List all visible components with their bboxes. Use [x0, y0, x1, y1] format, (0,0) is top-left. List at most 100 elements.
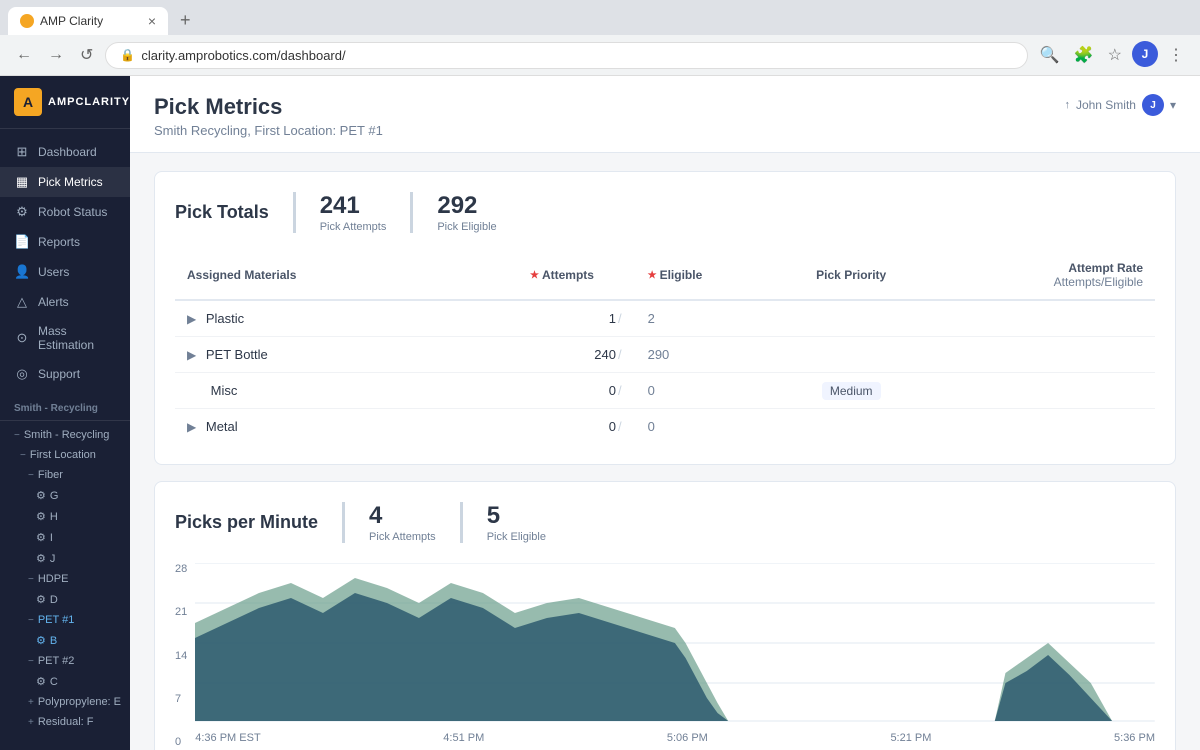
tree-label-pet2: PET #2: [38, 655, 75, 667]
eligible-star: ★: [648, 270, 657, 281]
toggle-fiber[interactable]: −: [28, 470, 34, 481]
pick-totals-attempts-value: 241: [320, 192, 387, 220]
attempts-cell: 240/: [518, 337, 636, 373]
sidebar-label-mass-estimation: Mass Estimation: [38, 324, 116, 352]
table-row: ▶ Plastic 1/ 2: [175, 300, 1155, 337]
tree-label-smith-recycling: Smith - Recycling: [24, 429, 110, 441]
slash: /: [618, 419, 622, 434]
browser-user-avatar[interactable]: J: [1132, 41, 1158, 67]
y-label-21: 21: [175, 606, 187, 618]
pick-metrics-icon: ▦: [14, 174, 30, 190]
attempts-cell: 0/: [518, 373, 636, 409]
tree-residual[interactable]: + Residual: F: [0, 712, 130, 732]
tab-bar: AMP Clarity × +: [0, 0, 1200, 35]
header-user[interactable]: ↑ John Smith J ▾: [1064, 94, 1176, 116]
tree-h[interactable]: ⚙ H: [0, 506, 130, 527]
expand-button[interactable]: ▶: [187, 312, 196, 326]
address-bar[interactable]: 🔒 clarity.amprobotics.com/dashboard/: [105, 42, 1027, 69]
ppm-attempts-label: Pick Attempts: [369, 531, 436, 543]
tree-smith-recycling[interactable]: − Smith - Recycling: [0, 425, 130, 445]
attempts-star: ★: [530, 270, 539, 281]
tree-polypropylene[interactable]: + Polypropylene: E: [0, 692, 130, 712]
attempts-header-content: ★ Attempts: [530, 268, 624, 282]
new-tab-button[interactable]: +: [172, 6, 199, 35]
support-icon: ◎: [14, 366, 30, 382]
x-label-536: 5:36 PM: [1114, 732, 1155, 744]
col-header-priority: Pick Priority: [753, 253, 949, 300]
menu-button[interactable]: ⋮: [1164, 41, 1188, 69]
expand-button[interactable]: ▶: [187, 348, 196, 362]
active-tab[interactable]: AMP Clarity ×: [8, 7, 168, 35]
toggle-pet2[interactable]: −: [28, 656, 34, 667]
slash: /: [618, 347, 622, 362]
reload-button[interactable]: ↺: [76, 41, 97, 69]
sidebar-item-support[interactable]: ◎ Support: [0, 359, 130, 389]
tree-d[interactable]: ⚙ D: [0, 589, 130, 610]
material-name-cell: ▶ Metal: [175, 409, 518, 445]
nav-bar: ← → ↺ 🔒 clarity.amprobotics.com/dashboar…: [0, 35, 1200, 75]
material-name-cell: ▶ PET Bottle: [175, 337, 518, 373]
app-container: A AMPCLARITY ⊞ Dashboard ▦ Pick Metrics …: [0, 76, 1200, 750]
sidebar-item-dashboard[interactable]: ⊞ Dashboard: [0, 137, 130, 167]
ppm-eligible-value: 5: [487, 502, 546, 530]
tree-label-residual: Residual: F: [38, 716, 94, 728]
col-header-rate: Attempt Rate Attempts/Eligible: [949, 253, 1155, 300]
y-label-7: 7: [175, 693, 187, 705]
forward-button[interactable]: →: [44, 42, 68, 68]
priority-cell: [753, 337, 949, 373]
search-button[interactable]: 🔍: [1036, 41, 1064, 69]
toggle-polypropylene[interactable]: +: [28, 697, 34, 708]
header-avatar: J: [1142, 94, 1164, 116]
ppm-attempts-value: 4: [369, 502, 436, 530]
nav-divider: [0, 420, 130, 421]
rate-cell: [949, 373, 1155, 409]
tab-close-button[interactable]: ×: [148, 13, 156, 29]
back-button[interactable]: ←: [12, 42, 36, 68]
col-header-attempts: ★ Attempts: [518, 253, 636, 300]
ppm-header: Picks per Minute 4 Pick Attempts 5 Pick …: [175, 502, 1155, 543]
toggle-residual[interactable]: +: [28, 717, 34, 728]
tree-pet1[interactable]: − PET #1: [0, 610, 130, 630]
toggle-pet1[interactable]: −: [28, 615, 34, 626]
page-title: Pick Metrics: [154, 94, 383, 120]
tree-j[interactable]: ⚙ J: [0, 548, 130, 569]
rate-cell: [949, 409, 1155, 445]
header-user-icon: ↑: [1064, 99, 1070, 111]
bookmark-button[interactable]: ☆: [1104, 41, 1126, 69]
tree-hdpe[interactable]: − HDPE: [0, 569, 130, 589]
attempts-cell: 1/: [518, 300, 636, 337]
tree-b[interactable]: ⚙ B: [0, 630, 130, 651]
expand-button[interactable]: ▶: [187, 420, 196, 434]
sidebar-item-robot-status[interactable]: ⚙ Robot Status: [0, 197, 130, 227]
tree-i[interactable]: ⚙ I: [0, 527, 130, 548]
tree-label-hdpe: HDPE: [38, 573, 69, 585]
toggle-smith-recycling[interactable]: −: [14, 430, 20, 441]
tree-label-h: H: [50, 511, 58, 523]
toggle-first-location[interactable]: −: [20, 450, 26, 461]
priority-cell: Medium: [753, 373, 949, 409]
tree-pet2[interactable]: − PET #2: [0, 651, 130, 671]
tree-fiber[interactable]: − Fiber: [0, 465, 130, 485]
alerts-icon: △: [14, 294, 30, 310]
sidebar-item-pick-metrics[interactable]: ▦ Pick Metrics: [0, 167, 130, 197]
toggle-hdpe[interactable]: −: [28, 574, 34, 585]
sidebar-item-alerts[interactable]: △ Alerts: [0, 287, 130, 317]
sidebar-item-reports[interactable]: 📄 Reports: [0, 227, 130, 257]
pick-totals-header: Pick Totals 241 Pick Attempts 292 Pick E…: [175, 192, 1155, 233]
sidebar-label-dashboard: Dashboard: [38, 145, 97, 159]
eligible-cell: 0: [636, 373, 754, 409]
table-row: ▶ PET Bottle 240/ 290: [175, 337, 1155, 373]
tree-label-polypropylene: Polypropylene: E: [38, 696, 121, 708]
tree-c[interactable]: ⚙ C: [0, 671, 130, 692]
page-title-block: Pick Metrics Smith Recycling, First Loca…: [154, 94, 383, 138]
extensions-button[interactable]: 🧩: [1070, 41, 1098, 69]
sidebar-item-mass-estimation[interactable]: ⊙ Mass Estimation: [0, 317, 130, 359]
tree-g[interactable]: ⚙ G: [0, 485, 130, 506]
eligible-cell: 2: [636, 300, 754, 337]
sidebar-nav: ⊞ Dashboard ▦ Pick Metrics ⚙ Robot Statu…: [0, 129, 130, 397]
slash: /: [618, 311, 622, 326]
tree-label-b: B: [50, 635, 57, 647]
pick-totals-title: Pick Totals: [175, 202, 269, 223]
tree-first-location[interactable]: − First Location: [0, 445, 130, 465]
sidebar-item-users[interactable]: 👤 Users: [0, 257, 130, 287]
